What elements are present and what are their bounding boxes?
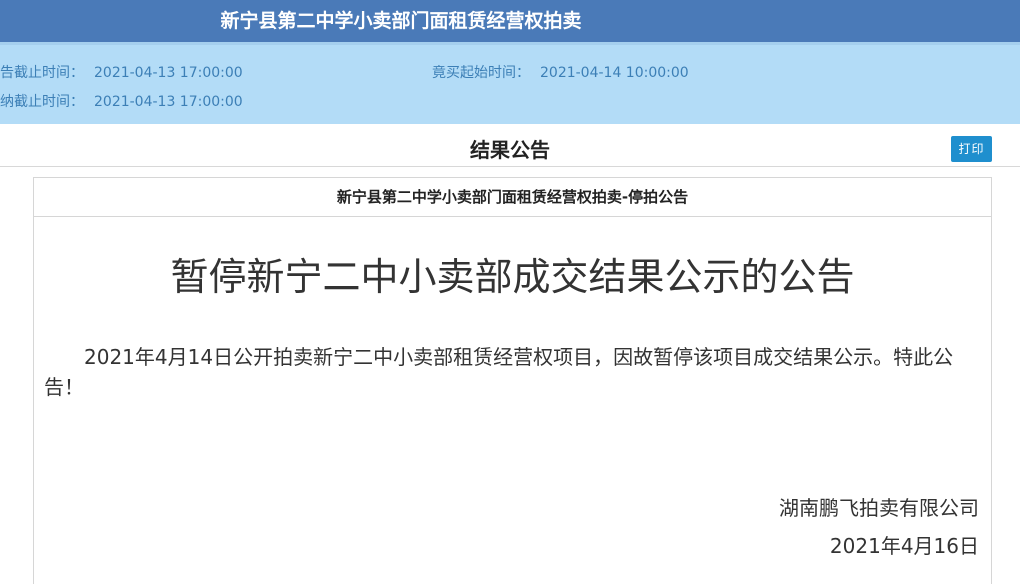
- bid-start-value: 2021-04-14 10:00:00: [540, 65, 689, 81]
- payment-deadline: 缴纳截止时间： 2021-04-13 17:00:00: [0, 91, 243, 111]
- notice-deadline: 公告截止时间： 2021-04-13 17:00:00: [0, 62, 243, 82]
- bid-start-label: 竟买起始时间：: [432, 65, 530, 81]
- announcement-headline: 暂停新宁二中小卖部成交结果公示的公告: [170, 255, 855, 299]
- announcement-date: 2021年4月16日: [829, 534, 979, 558]
- notice-deadline-label: 公告截止时间：: [0, 65, 84, 81]
- announcement-body: 2021年4月14日公开拍卖新宁二中小卖部租赁经营权项目，因故暂停该项目成交结果…: [44, 345, 954, 399]
- payment-deadline-value: 2021-04-13 17:00:00: [94, 94, 243, 110]
- payment-deadline-label: 缴纳截止时间：: [0, 94, 84, 110]
- top-title-bar: 新宁县第二中学小卖部门面租赁经营权拍卖: [0, 0, 1020, 42]
- result-notice-title: 结果公告: [470, 138, 550, 162]
- divider: [0, 166, 1020, 167]
- auction-info-bar: 公告截止时间： 2021-04-13 17:00:00 缴纳截止时间： 2021-0…: [0, 42, 1020, 124]
- bid-start-time: 竟买起始时间： 2021-04-14 10:00:00: [432, 62, 689, 82]
- page-title: 新宁县第二中学小卖部门面租赁经营权拍卖: [220, 10, 582, 32]
- issuer-company: 湖南鹏飞拍卖有限公司: [779, 496, 979, 520]
- announcement-panel: 新宁县第二中学小卖部门面租赁经营权拍卖-停拍公告 暂停新宁二中小卖部成交结果公示…: [33, 177, 992, 584]
- print-button[interactable]: 打印: [951, 136, 992, 162]
- announcement-panel-title: 新宁县第二中学小卖部门面租赁经营权拍卖-停拍公告: [34, 178, 991, 217]
- notice-deadline-value: 2021-04-13 17:00:00: [94, 65, 243, 81]
